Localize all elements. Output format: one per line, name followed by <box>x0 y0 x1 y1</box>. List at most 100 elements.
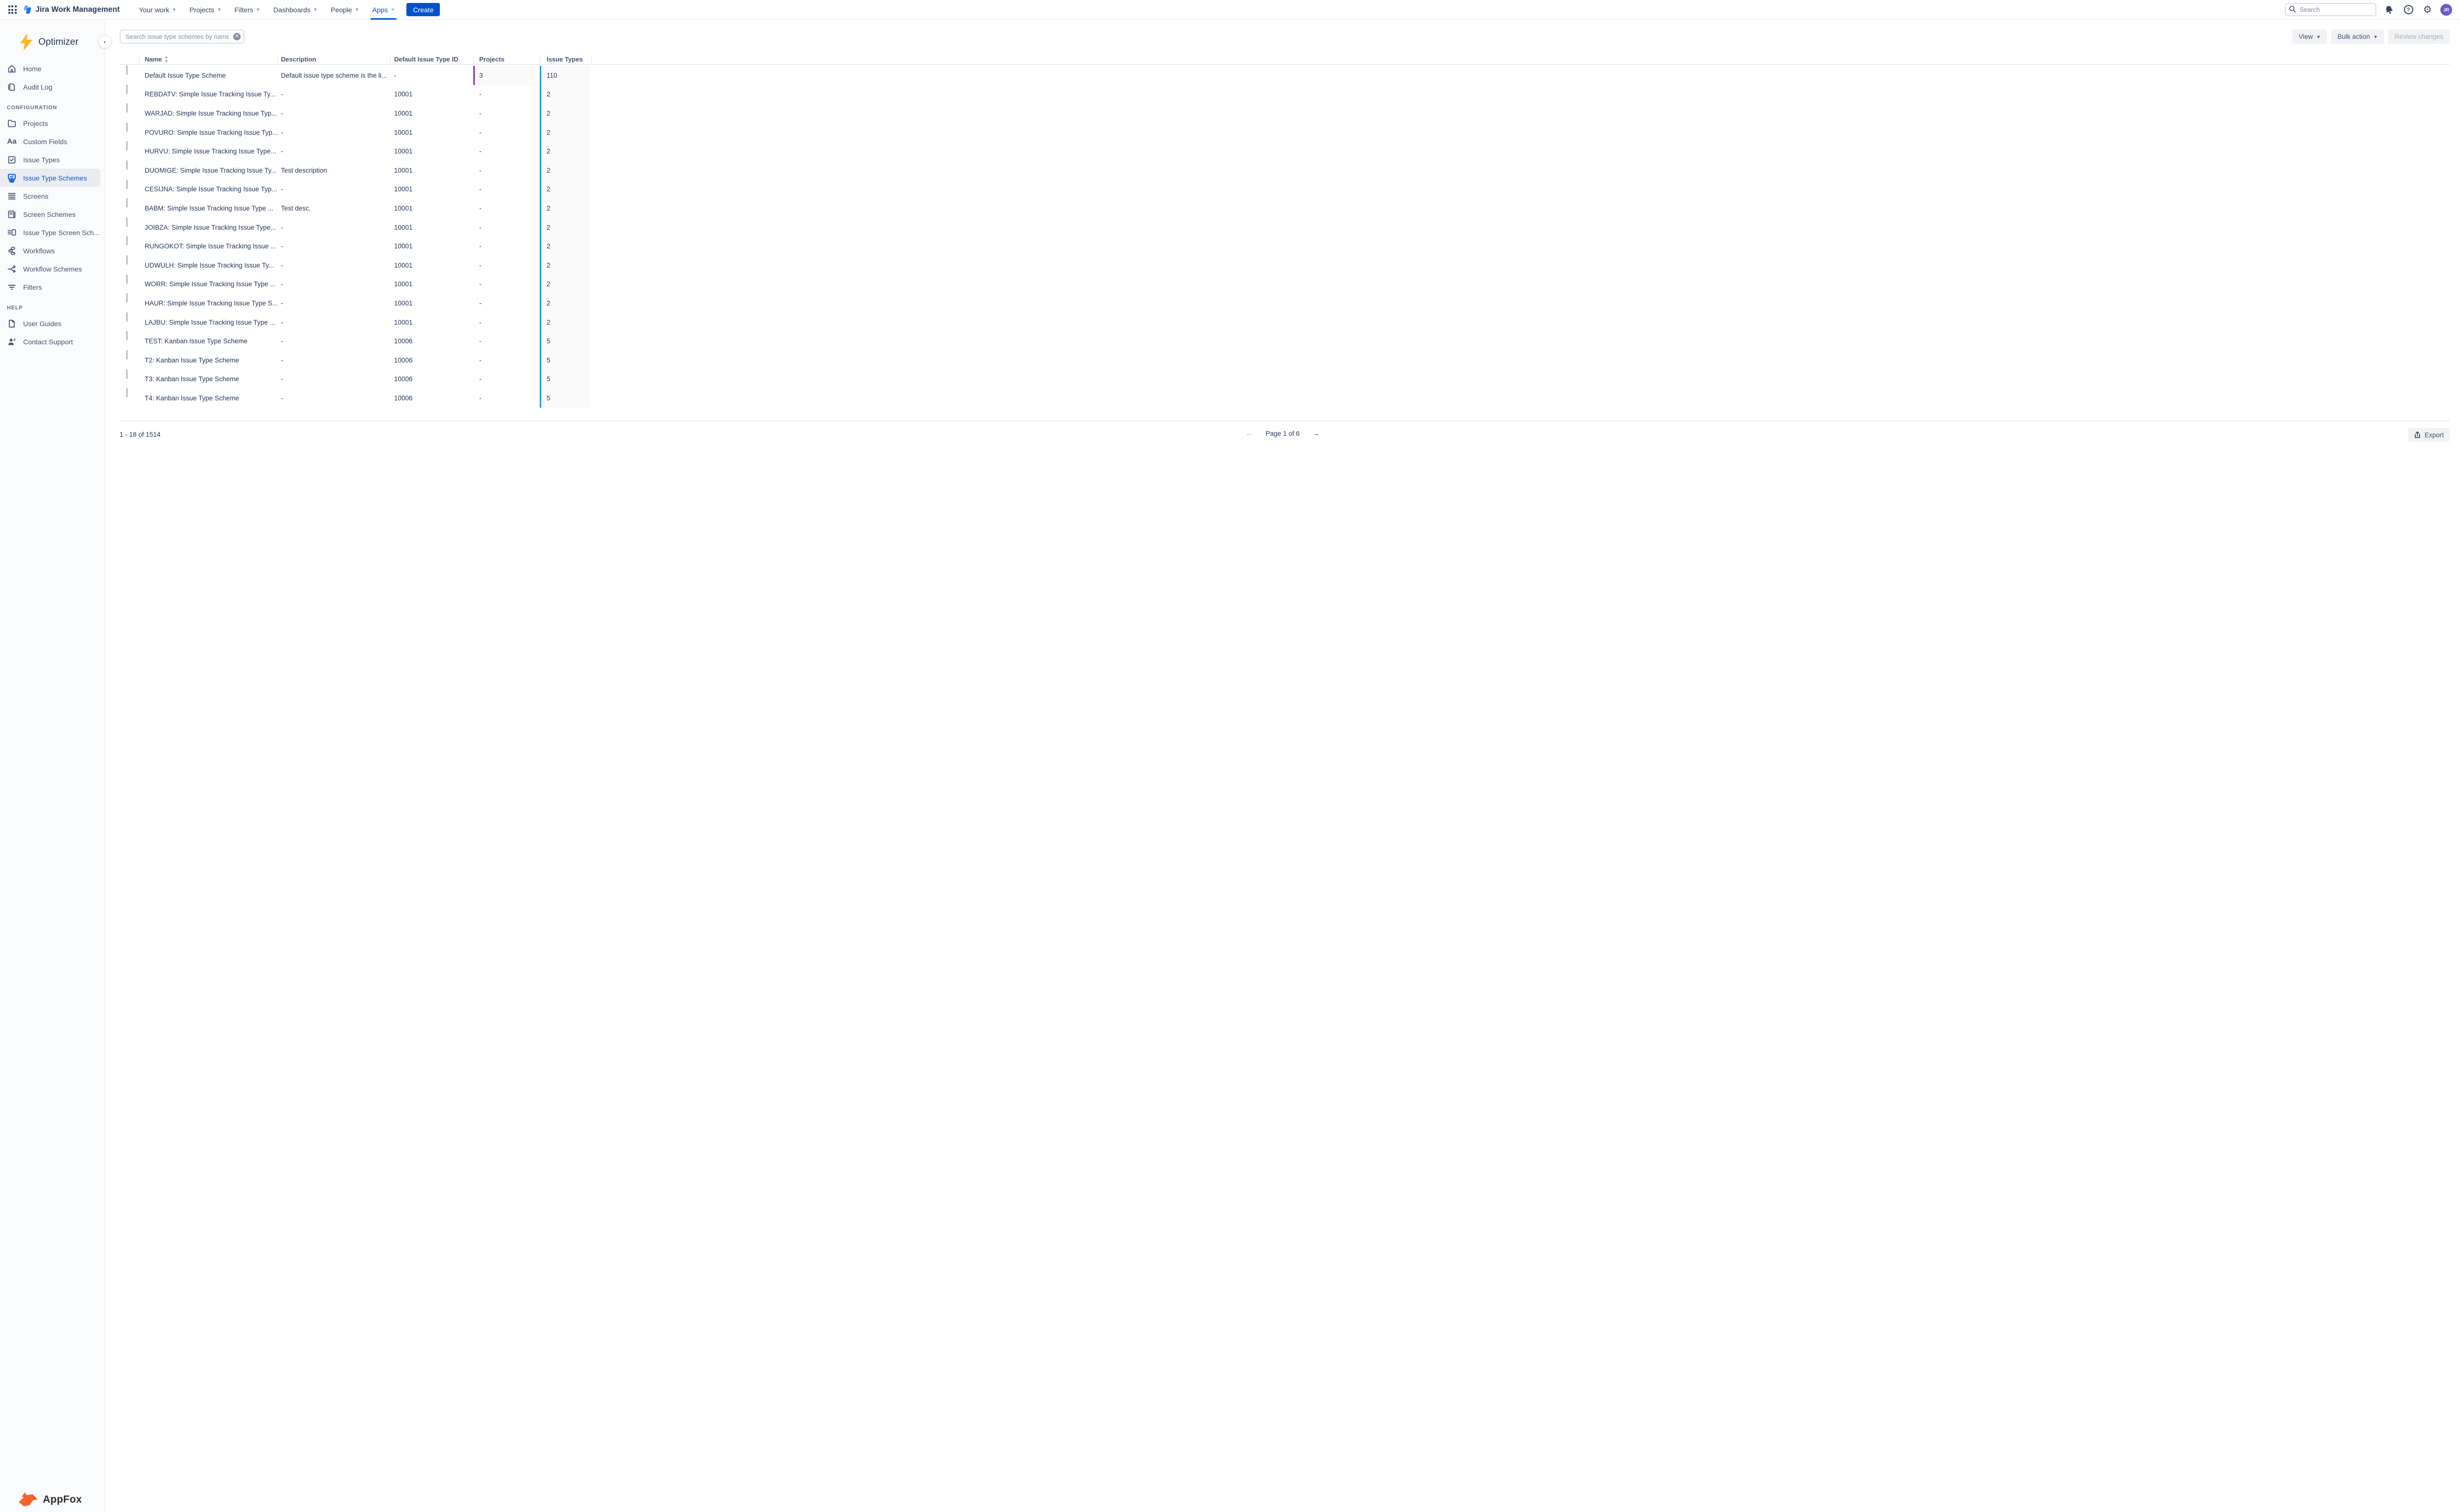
table-row[interactable]: JOIBZA: Simple Issue Tracking Issue Type… <box>120 218 2450 237</box>
table-row[interactable]: POVURO: Simple Issue Tracking Issue Typ.… <box>120 123 2450 142</box>
projects-cell: - <box>473 256 540 275</box>
row-checkbox[interactable] <box>126 141 127 151</box>
sidebar-item-contact-support[interactable]: Contact Support <box>0 333 100 351</box>
table-row[interactable]: T2: Kanban Issue Type Scheme-10006-5 <box>120 351 2450 370</box>
row-checkbox[interactable] <box>126 217 127 227</box>
issue-types-count: 2 <box>540 275 590 294</box>
table-row[interactable]: DUOMIGE: Simple Issue Tracking Issue Ty.… <box>120 161 2450 180</box>
description-cell: - <box>277 142 390 161</box>
table-row[interactable]: REBDATV: Simple Issue Tracking Issue Ty.… <box>120 85 2450 104</box>
global-search-input[interactable] <box>2285 3 2376 16</box>
sidebar-item-home[interactable]: Home <box>0 60 100 78</box>
row-checkbox[interactable] <box>126 160 127 170</box>
jira-brand[interactable]: Jira Work Management <box>24 5 120 14</box>
checkbox-cell <box>120 275 139 294</box>
table-row[interactable]: T3: Kanban Issue Type Scheme-10006-5 <box>120 370 2450 389</box>
description-cell: - <box>277 332 390 351</box>
help-button[interactable]: ? <box>2402 3 2415 16</box>
sidebar-item-workflow-schemes[interactable]: Workflow Schemes <box>0 260 100 278</box>
row-checkbox[interactable] <box>126 312 127 322</box>
avatar[interactable]: JR <box>2440 4 2452 16</box>
sidebar-section-help: HELP <box>7 305 105 311</box>
table-row[interactable]: TEST: Kanban Issue Type Scheme-10006-5 <box>120 332 2450 351</box>
view-button[interactable]: View▼ <box>2292 30 2327 44</box>
table-row[interactable]: WARJAD: Simple Issue Tracking Issue Typ.… <box>120 104 2450 123</box>
optimizer-logo: Optimizer <box>19 33 105 51</box>
default-issue-type-id-cell: - <box>390 66 473 85</box>
row-checkbox[interactable] <box>126 236 127 245</box>
nav-item-filters[interactable]: Filters▼ <box>228 0 267 20</box>
sidebar-item-audit-log[interactable]: Audit Log <box>0 78 100 96</box>
sidebar-item-issue-types[interactable]: Issue Types <box>0 151 100 169</box>
sidebar-item-user-guides[interactable]: User Guides <box>0 314 100 333</box>
nav-item-apps[interactable]: Apps▼ <box>366 0 401 20</box>
row-checkbox[interactable] <box>126 122 127 132</box>
table-row[interactable]: CESIJNA: Simple Issue Tracking Issue Typ… <box>120 180 2450 199</box>
sidebar-item-screen-schemes[interactable]: Screen Schemes <box>0 205 100 223</box>
scheme-search-input[interactable] <box>120 30 245 44</box>
sidebar-item-projects[interactable]: Projects <box>0 114 100 132</box>
create-button[interactable]: Create <box>406 3 440 16</box>
sidebar-item-workflows[interactable]: Workflows <box>0 242 100 260</box>
row-checkbox[interactable] <box>126 65 127 75</box>
row-checkbox[interactable] <box>126 388 127 397</box>
table-row[interactable]: T4: Kanban Issue Type Scheme-10006-5 <box>120 389 2450 408</box>
row-checkbox[interactable] <box>126 85 127 94</box>
export-button[interactable]: Export <box>2408 428 2450 442</box>
description-cell: - <box>277 275 390 294</box>
table-row[interactable]: LAJBU: Simple Issue Tracking Issue Type … <box>120 313 2450 332</box>
bulk-action-button[interactable]: Bulk action▼ <box>2331 30 2384 44</box>
app-switcher-icon[interactable] <box>6 3 19 16</box>
table-row[interactable]: UDWULH: Simple Issue Tracking Issue Ty..… <box>120 256 2450 275</box>
row-checkbox[interactable] <box>126 255 127 265</box>
row-checkbox[interactable] <box>126 331 127 340</box>
table-row[interactable]: HURVU: Simple Issue Tracking Issue Type.… <box>120 142 2450 161</box>
notifications-button[interactable] <box>2383 3 2396 16</box>
projects-cell: 3 <box>473 66 540 85</box>
default-issue-type-id-cell: 10001 <box>390 275 473 294</box>
home-icon <box>7 64 17 74</box>
table-row[interactable]: BABM: Simple Issue Tracking Issue Type .… <box>120 199 2450 218</box>
nav-item-projects[interactable]: Projects▼ <box>183 0 228 20</box>
sidebar-item-filters[interactable]: Filters <box>0 278 100 296</box>
column-header-name[interactable]: Name <box>139 56 277 63</box>
table-row[interactable]: RUNGOKOT: Simple Issue Tracking Issue ..… <box>120 237 2450 256</box>
sidebar-item-screens[interactable]: Screens <box>0 187 100 205</box>
next-page-arrow-icon[interactable]: → <box>1313 429 1320 438</box>
sidebar-item-label: Screens <box>23 192 48 200</box>
sidebar-item-issue-type-screen-schemes[interactable]: Issue Type Screen Sch... <box>0 223 100 242</box>
sidebar-item-custom-fields[interactable]: Aa Custom Fields <box>0 132 100 151</box>
projects-cell: - <box>473 85 540 104</box>
row-checkbox[interactable] <box>126 293 127 302</box>
table-row[interactable]: WORR: Simple Issue Tracking Issue Type .… <box>120 275 2450 294</box>
row-checkbox[interactable] <box>126 180 127 189</box>
prev-page-arrow-icon[interactable]: ← <box>1245 429 1253 438</box>
description-cell: - <box>277 85 390 104</box>
sidebar-collapse-button[interactable]: ‹ <box>98 35 111 48</box>
row-checkbox[interactable] <box>126 350 127 360</box>
chevron-down-icon: ▼ <box>2316 34 2321 39</box>
clear-search-icon[interactable]: ✕ <box>233 33 241 40</box>
appfox-brand[interactable]: AppFox <box>18 1491 82 1508</box>
sort-icon <box>164 56 168 62</box>
toolbar-actions: View▼ Bulk action▼ Review changes <box>2292 30 2450 44</box>
issue-types-count: 5 <box>540 370 590 389</box>
name-cell: UDWULH: Simple Issue Tracking Issue Ty..… <box>139 256 277 275</box>
row-checkbox[interactable] <box>126 369 127 379</box>
settings-button[interactable]: ⚙ <box>2421 3 2434 16</box>
description-cell: Test desc. <box>277 199 390 218</box>
chevron-down-icon: ▼ <box>390 7 395 13</box>
nav-item-people[interactable]: People▼ <box>324 0 366 20</box>
review-changes-button[interactable]: Review changes <box>2388 30 2450 44</box>
nav-item-dashboards[interactable]: Dashboards▼ <box>267 0 324 20</box>
row-checkbox[interactable] <box>126 103 127 113</box>
table-row[interactable]: Default Issue Type SchemeDefault issue t… <box>120 66 2450 85</box>
row-checkbox[interactable] <box>126 198 127 208</box>
row-checkbox[interactable] <box>126 274 127 284</box>
sidebar-item-issue-type-schemes[interactable]: Issue Type Schemes <box>0 169 100 187</box>
table-row[interactable]: HAUR: Simple Issue Tracking Issue Type S… <box>120 294 2450 313</box>
name-cell: REBDATV: Simple Issue Tracking Issue Ty.… <box>139 85 277 104</box>
nav-item-your-work[interactable]: Your work▼ <box>132 0 183 20</box>
scheme-monitor-check-icon <box>7 173 17 183</box>
issue-types-cell: 2 <box>540 275 592 294</box>
